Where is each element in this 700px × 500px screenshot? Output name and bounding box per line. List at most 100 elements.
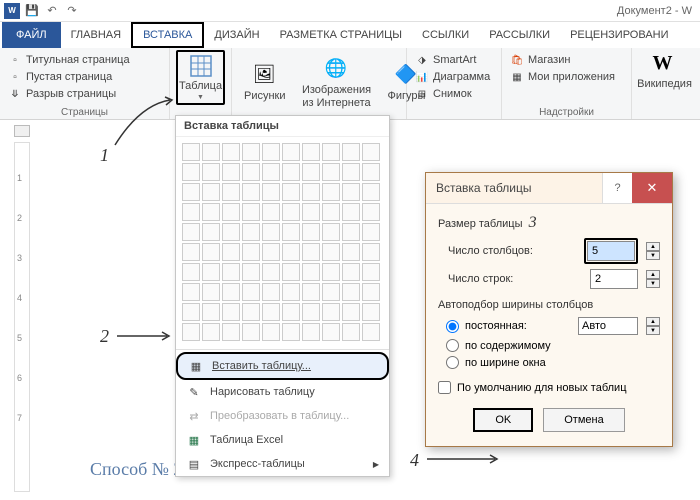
cols-down[interactable]: ▼ <box>646 251 660 260</box>
grid-cell[interactable] <box>342 263 360 281</box>
grid-cell[interactable] <box>262 143 280 161</box>
grid-cell[interactable] <box>182 263 200 281</box>
insert-table-item[interactable]: ▦Вставить таблицу... <box>176 352 389 380</box>
grid-cell[interactable] <box>342 223 360 241</box>
grid-cell[interactable] <box>202 263 220 281</box>
grid-cell[interactable] <box>322 263 340 281</box>
grid-cell[interactable] <box>202 323 220 341</box>
grid-cell[interactable] <box>282 263 300 281</box>
grid-cell[interactable] <box>302 183 320 201</box>
grid-cell[interactable] <box>362 203 380 221</box>
redo-icon[interactable]: ↷ <box>64 3 80 19</box>
cols-up[interactable]: ▲ <box>646 242 660 251</box>
grid-cell[interactable] <box>222 283 240 301</box>
grid-cell[interactable] <box>182 223 200 241</box>
grid-cell[interactable] <box>322 163 340 181</box>
rows-input[interactable] <box>590 269 638 289</box>
save-icon[interactable]: 💾 <box>24 3 40 19</box>
grid-cell[interactable] <box>342 323 360 341</box>
grid-cell[interactable] <box>282 243 300 261</box>
grid-cell[interactable] <box>262 303 280 321</box>
grid-cell[interactable] <box>302 283 320 301</box>
grid-cell[interactable] <box>182 303 200 321</box>
grid-cell[interactable] <box>222 303 240 321</box>
tab-layout[interactable]: РАЗМЕТКА СТРАНИЦЫ <box>270 22 412 48</box>
grid-cell[interactable] <box>342 183 360 201</box>
rows-down[interactable]: ▼ <box>646 279 660 288</box>
grid-cell[interactable] <box>242 203 260 221</box>
grid-cell[interactable] <box>202 143 220 161</box>
grid-cell[interactable] <box>362 223 380 241</box>
grid-cell[interactable] <box>262 183 280 201</box>
grid-cell[interactable] <box>282 143 300 161</box>
grid-cell[interactable] <box>262 283 280 301</box>
grid-cell[interactable] <box>342 203 360 221</box>
grid-cell[interactable] <box>322 143 340 161</box>
grid-cell[interactable] <box>282 163 300 181</box>
grid-cell[interactable] <box>282 223 300 241</box>
grid-cell[interactable] <box>362 303 380 321</box>
grid-cell[interactable] <box>242 323 260 341</box>
grid-cell[interactable] <box>282 323 300 341</box>
grid-cell[interactable] <box>342 283 360 301</box>
grid-cell[interactable] <box>322 283 340 301</box>
grid-cell[interactable] <box>242 283 260 301</box>
grid-cell[interactable] <box>362 183 380 201</box>
cols-input[interactable] <box>587 241 635 261</box>
grid-cell[interactable] <box>322 243 340 261</box>
grid-cell[interactable] <box>362 283 380 301</box>
grid-cell[interactable] <box>242 163 260 181</box>
grid-cell[interactable] <box>262 263 280 281</box>
rows-spinner[interactable] <box>590 269 638 289</box>
grid-cell[interactable] <box>342 163 360 181</box>
grid-cell[interactable] <box>242 223 260 241</box>
ok-button[interactable]: OK <box>473 408 533 432</box>
grid-cell[interactable] <box>202 223 220 241</box>
cols-spinner[interactable] <box>584 238 638 264</box>
grid-cell[interactable] <box>322 203 340 221</box>
grid-cell[interactable] <box>342 303 360 321</box>
tab-design[interactable]: ДИЗАЙН <box>204 22 269 48</box>
grid-cell[interactable] <box>222 243 240 261</box>
grid-cell[interactable] <box>182 183 200 201</box>
grid-cell[interactable] <box>302 223 320 241</box>
grid-cell[interactable] <box>242 143 260 161</box>
pictures-button[interactable]: 🖼Рисунки <box>238 50 292 117</box>
grid-cell[interactable] <box>302 303 320 321</box>
grid-cell[interactable] <box>182 163 200 181</box>
grid-cell[interactable] <box>202 303 220 321</box>
help-button[interactable]: ? <box>602 173 632 203</box>
grid-cell[interactable] <box>262 163 280 181</box>
grid-cell[interactable] <box>282 303 300 321</box>
smartart-button[interactable]: ⬗SmartArt <box>413 52 495 68</box>
grid-cell[interactable] <box>322 323 340 341</box>
wikipedia-button[interactable]: WВикипедия <box>638 50 691 92</box>
grid-cell[interactable] <box>202 243 220 261</box>
my-apps-button[interactable]: ▦Мои приложения <box>508 69 625 85</box>
screenshot-button[interactable]: ⊞Снимок <box>413 86 495 102</box>
content-radio[interactable] <box>446 339 459 352</box>
grid-cell[interactable] <box>302 143 320 161</box>
tab-insert[interactable]: ВСТАВКА <box>131 22 204 48</box>
grid-cell[interactable] <box>362 323 380 341</box>
grid-cell[interactable] <box>322 303 340 321</box>
grid-cell[interactable] <box>342 243 360 261</box>
grid-cell[interactable] <box>342 143 360 161</box>
close-button[interactable]: ✕ <box>632 173 672 203</box>
online-images-button[interactable]: 🌐Изображения из Интернета <box>296 50 378 117</box>
grid-cell[interactable] <box>262 323 280 341</box>
rows-up[interactable]: ▲ <box>646 270 660 279</box>
grid-cell[interactable] <box>262 243 280 261</box>
grid-cell[interactable] <box>182 203 200 221</box>
grid-cell[interactable] <box>282 183 300 201</box>
cancel-button[interactable]: Отмена <box>543 408 624 432</box>
grid-cell[interactable] <box>282 283 300 301</box>
grid-cell[interactable] <box>182 283 200 301</box>
grid-cell[interactable] <box>282 203 300 221</box>
tab-home[interactable]: ГЛАВНАЯ <box>61 22 131 48</box>
grid-cell[interactable] <box>222 203 240 221</box>
title-page-button[interactable]: ▫Титульная страница <box>6 52 163 68</box>
chart-button[interactable]: 📊Диаграмма <box>413 69 495 85</box>
quick-tables-item[interactable]: ▤Экспресс-таблицы▶ <box>176 452 389 476</box>
grid-cell[interactable] <box>182 323 200 341</box>
